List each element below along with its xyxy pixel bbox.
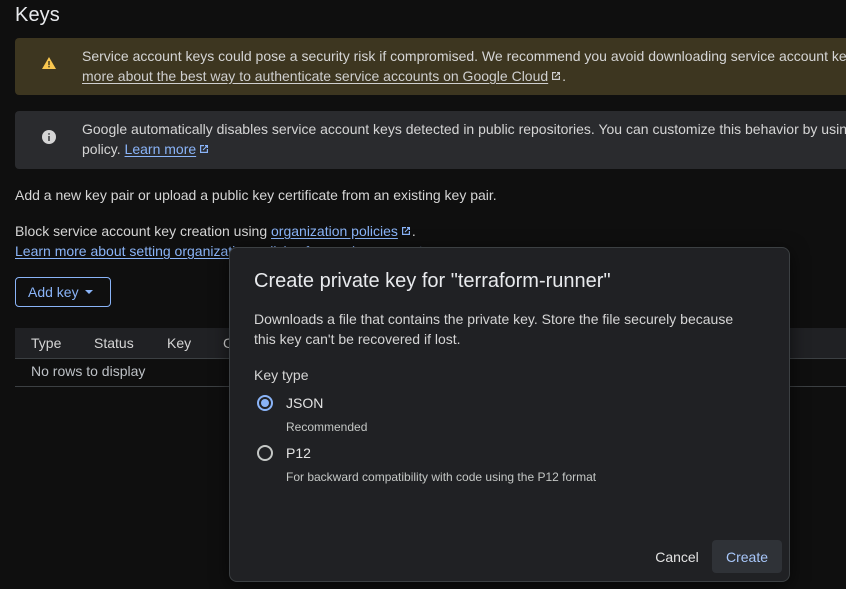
radio-button-json[interactable] bbox=[257, 395, 273, 411]
warning-icon bbox=[41, 55, 57, 71]
organization-policies-link[interactable]: organization policies bbox=[271, 223, 412, 239]
radio-button-p12[interactable] bbox=[257, 445, 273, 461]
empty-state-text: No rows to display bbox=[31, 363, 146, 379]
info-text: Google automatically disables service ac… bbox=[82, 121, 846, 137]
radio-sublabel-p12: For backward compatibility with code usi… bbox=[286, 470, 597, 484]
warning-banner: Service account keys could pose a securi… bbox=[15, 38, 846, 95]
radio-label-json[interactable]: JSON bbox=[286, 395, 323, 411]
info-learn-more-link[interactable]: Learn more bbox=[125, 141, 211, 157]
radio-sublabel-json: Recommended bbox=[286, 420, 368, 434]
external-link-icon bbox=[552, 72, 561, 80]
warning-text: Service account keys could pose a securi… bbox=[82, 48, 846, 64]
info-banner: Google automatically disables service ac… bbox=[15, 111, 846, 169]
column-header-key[interactable]: Key bbox=[167, 335, 191, 351]
page-title: Keys bbox=[15, 4, 60, 26]
block-policy-text: Block service account key creation using… bbox=[15, 223, 416, 239]
column-header-status[interactable]: Status bbox=[94, 335, 134, 351]
keys-page: Keys Service account keys could pose a s… bbox=[0, 0, 846, 589]
external-link-icon bbox=[401, 227, 410, 235]
info-icon bbox=[41, 129, 57, 145]
key-type-label: Key type bbox=[254, 367, 309, 383]
create-button[interactable]: Create bbox=[712, 540, 782, 573]
dialog-description: Downloads a file that contains the priva… bbox=[254, 311, 734, 347]
add-key-button[interactable]: Add key bbox=[15, 277, 111, 307]
cancel-button[interactable]: Cancel bbox=[644, 541, 710, 573]
caret-down-icon bbox=[84, 290, 93, 294]
dialog-title: Create private key for "terraform-runner… bbox=[254, 270, 611, 292]
column-header-type[interactable]: Type bbox=[31, 335, 61, 351]
auth-best-practices-link[interactable]: more about the best way to authenticate … bbox=[82, 68, 562, 84]
add-key-label: Add key bbox=[28, 284, 79, 300]
radio-label-p12[interactable]: P12 bbox=[286, 445, 311, 461]
create-private-key-dialog: Create private key for "terraform-runner… bbox=[229, 247, 790, 582]
external-link-icon bbox=[200, 145, 209, 153]
intro-text: Add a new key pair or upload a public ke… bbox=[15, 187, 497, 203]
